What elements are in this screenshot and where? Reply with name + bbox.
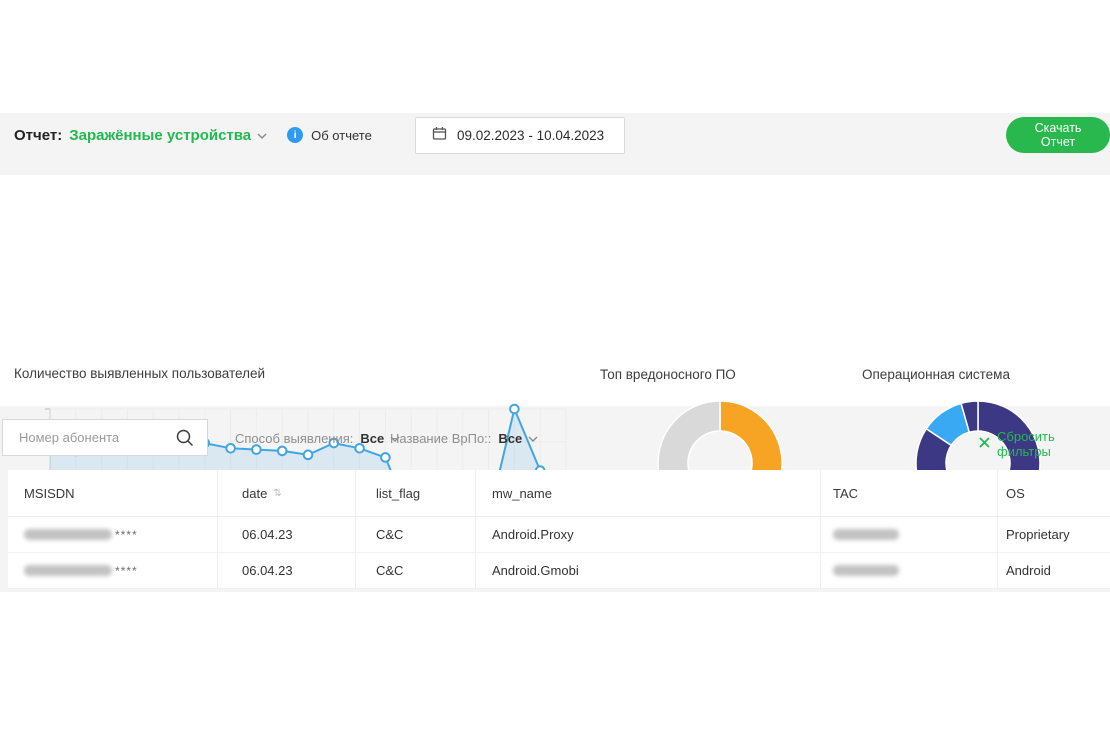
msisdn-blurred: [24, 529, 112, 540]
msisdn-cell: ****: [8, 517, 217, 552]
close-icon: [979, 435, 990, 453]
info-icon: i: [287, 127, 303, 143]
column-header-label: date: [242, 486, 267, 501]
os-cell: Android: [997, 553, 1110, 588]
malware-name-filter[interactable]: Название ВрПо:: Все: [390, 429, 538, 447]
msisdn-cell: ****: [8, 553, 217, 588]
mw-name-cell: Android.Gmobi: [475, 553, 820, 588]
os-donut-title: Операционная система: [862, 367, 1010, 382]
table-row: **** 06.04.23 C&C Android.Gmobi Android: [8, 553, 1110, 589]
line-chart-title: Количество выявленных пользователей: [14, 366, 265, 381]
table-header-row: MSISDN date ⇅ list_flag mw_name TAC OS: [8, 470, 1110, 517]
malware-donut-title: Топ вредоносного ПО: [600, 367, 736, 382]
chevron-down-icon: [257, 126, 267, 144]
table-row: **** 06.04.23 C&C Android.Proxy Propriet…: [8, 517, 1110, 553]
tac-blurred: [833, 565, 899, 576]
column-header-list-flag: list_flag: [355, 470, 475, 516]
sort-icon: ⇅: [273, 488, 281, 499]
column-header-date[interactable]: date ⇅: [217, 470, 355, 516]
filter-value: Все: [360, 431, 384, 446]
infected-devices-table: MSISDN date ⇅ list_flag mw_name TAC OS *…: [8, 470, 1110, 589]
calendar-icon: [432, 126, 447, 146]
subscriber-search: [2, 419, 208, 456]
filter-label: Способ выявления:: [235, 431, 353, 446]
list-flag-cell: C&C: [355, 553, 475, 588]
msisdn-mask: ****: [115, 528, 138, 542]
column-header-msisdn: MSISDN: [8, 470, 217, 516]
report-name-dropdown[interactable]: Заражённые устройства: [69, 127, 251, 144]
tac-cell: [820, 553, 997, 588]
about-report[interactable]: i Об отчете: [287, 127, 372, 143]
msisdn-blurred: [24, 565, 112, 576]
date-cell: 06.04.23: [217, 553, 355, 588]
date-cell: 06.04.23: [217, 517, 355, 552]
filter-value: Все: [498, 431, 522, 446]
download-report-button[interactable]: Скачать Отчет: [1006, 117, 1110, 153]
os-cell: Proprietary: [997, 517, 1110, 552]
mw-name-cell: Android.Proxy: [475, 517, 820, 552]
report-bar: Отчет: Заражённые устройства i Об отчете: [14, 120, 372, 150]
date-range-text: 09.02.2023 - 10.04.2023: [457, 128, 604, 143]
reset-filters-button[interactable]: Сбросить фильтры: [979, 429, 1110, 459]
date-range-picker[interactable]: 09.02.2023 - 10.04.2023: [415, 117, 625, 154]
column-header-os: OS: [997, 470, 1110, 516]
about-report-label: Об отчете: [311, 128, 372, 143]
search-input[interactable]: [3, 420, 171, 455]
msisdn-mask: ****: [115, 564, 138, 578]
dashboard-page: Отчет: Заражённые устройства i Об отчете…: [0, 0, 1110, 740]
filter-label: Название ВрПо::: [390, 431, 491, 446]
search-icon[interactable]: [175, 428, 195, 453]
column-header-mw-name: mw_name: [475, 470, 820, 516]
charts-card: Количество выявленных пользователей 17 м…: [0, 175, 1110, 406]
chevron-down-icon: [528, 429, 538, 447]
reset-filters-label: Сбросить фильтры: [997, 429, 1110, 459]
list-flag-cell: C&C: [355, 517, 475, 552]
column-header-tac: TAC: [820, 470, 997, 516]
report-label: Отчет:: [14, 127, 62, 144]
tac-blurred: [833, 529, 899, 540]
detection-method-filter[interactable]: Способ выявления: Все: [235, 429, 400, 447]
tac-cell: [820, 517, 997, 552]
